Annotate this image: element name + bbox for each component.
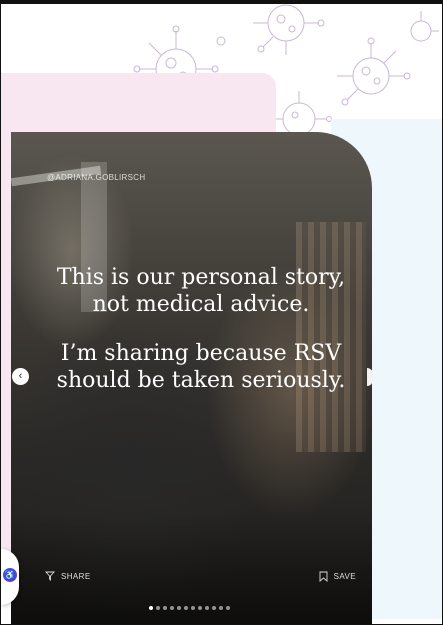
pagination-dot[interactable] [163, 606, 167, 610]
pagination-dot[interactable] [219, 606, 223, 610]
carousel-pagination[interactable] [149, 606, 230, 610]
share-icon [45, 571, 55, 581]
pagination-dot[interactable] [149, 606, 153, 610]
story-paragraph: I’m sharing because RSV should be taken … [56, 341, 346, 393]
pagination-dot[interactable] [212, 606, 216, 610]
page-frame: @ADRIANA.GOBLIRSCH This is our personal … [0, 0, 443, 625]
bookmark-icon [319, 571, 328, 582]
share-button[interactable]: SHARE [45, 571, 91, 581]
carousel-prev-button[interactable]: ‹ [12, 368, 29, 385]
story-caption: This is our personal story, not medical … [51, 264, 351, 394]
pagination-dot[interactable] [156, 606, 160, 610]
pagination-dot[interactable] [191, 606, 195, 610]
pagination-dot[interactable] [198, 606, 202, 610]
chevron-left-icon: ‹ [18, 370, 23, 382]
save-label: SAVE [333, 572, 356, 581]
pagination-dot[interactable] [184, 606, 188, 610]
story-card[interactable]: @ADRIANA.GOBLIRSCH This is our personal … [11, 132, 372, 624]
pagination-dot[interactable] [226, 606, 230, 610]
accessibility-icon: ♿ [3, 568, 17, 582]
pagination-dot[interactable] [177, 606, 181, 610]
pagination-dot[interactable] [205, 606, 209, 610]
save-button[interactable]: SAVE [319, 571, 356, 582]
pagination-dot[interactable] [170, 606, 174, 610]
share-label: SHARE [61, 571, 91, 581]
author-handle[interactable]: @ADRIANA.GOBLIRSCH [47, 173, 145, 182]
story-paragraph: This is our personal story, not medical … [56, 265, 346, 317]
